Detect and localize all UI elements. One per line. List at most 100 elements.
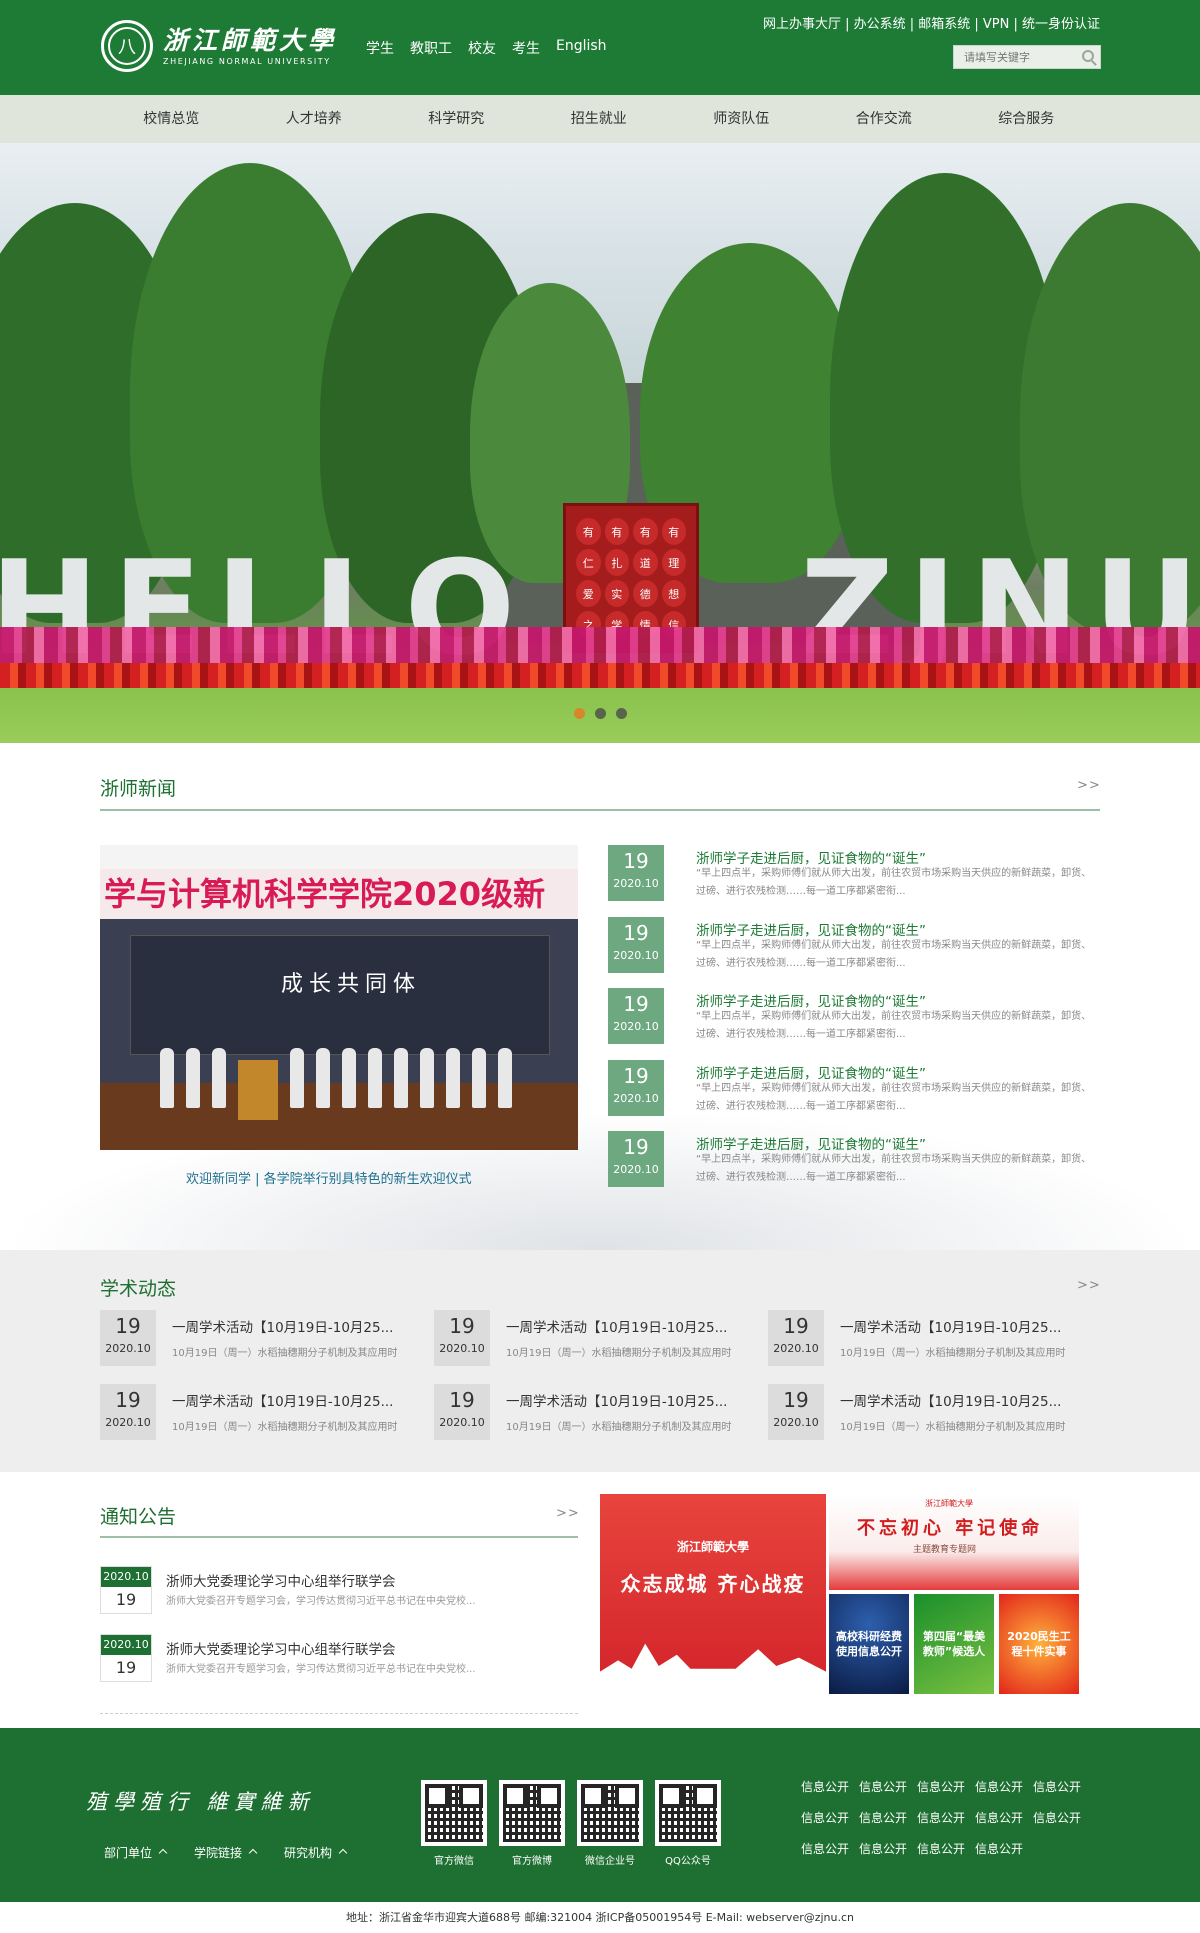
nav-faculty[interactable]: 师资队伍 — [670, 95, 813, 143]
promo-research-funding[interactable]: 高校科研经费使用信息公开 — [829, 1594, 909, 1694]
news-title[interactable]: 浙师学子走进后厨，见证食物的“诞生” — [696, 1133, 926, 1153]
chevron-up-icon — [158, 1848, 168, 1858]
academic-item[interactable]: 19 2020.10 一周学术活动【10月19日-10月25... 10月19日（… — [100, 1310, 400, 1368]
qr-wechat[interactable]: 官方微信 — [421, 1780, 487, 1867]
news-title[interactable]: 浙师学子走进后厨，见证食物的“诞生” — [696, 847, 926, 867]
info-link[interactable]: 信息公开 — [975, 1840, 1033, 1857]
academic-year-month: 2020.10 — [105, 1416, 151, 1429]
notice-item[interactable]: 2020.10 19 浙师大党委理论学习中心组举行联学会 浙师大党委召开专题学习会… — [100, 1566, 580, 1626]
news-title[interactable]: 浙师学子走进后厨，见证食物的“诞生” — [696, 990, 926, 1010]
news-featured-caption[interactable]: 欢迎新同学 | 各学院举行别具特色的新生欢迎仪式 — [186, 1168, 472, 1187]
news-featured-photo[interactable]: 学与计算机科学学院2020级新 成长共同体 — [100, 845, 578, 1150]
promo-livelihood-projects[interactable]: 2020民生工程十件实事 — [999, 1594, 1079, 1694]
qr-code-icon — [655, 1780, 721, 1846]
info-link[interactable]: 信息公开 — [859, 1778, 917, 1795]
academic-title[interactable]: 一周学术活动【10月19日-10月25... — [172, 1316, 393, 1336]
notice-day: 19 — [115, 1590, 137, 1609]
academic-day: 19 — [449, 1388, 475, 1412]
news-title[interactable]: 浙师学子走进后厨，见证食物的“诞生” — [696, 919, 926, 939]
promo-wide-mark: 浙江師範大學 — [925, 1499, 973, 1508]
notice-title[interactable]: 浙师大党委理论学习中心组举行联学会 — [166, 1570, 396, 1590]
academic-item[interactable]: 19 2020.10 一周学术活动【10月19日-10月25... 10月19日（… — [100, 1384, 400, 1442]
footer-departments[interactable]: 部门单位 — [104, 1844, 168, 1861]
carousel-dot-1[interactable] — [574, 708, 585, 719]
nav-admissions[interactable]: 招生就业 — [528, 95, 671, 143]
promo-best-teacher[interactable]: 第四届“最美教师”候选人 — [914, 1594, 994, 1694]
info-link[interactable]: 信息公开 — [917, 1778, 975, 1795]
nav-research[interactable]: 科学研究 — [385, 95, 528, 143]
news-item[interactable]: 19 2020.10 浙师学子走进后厨，见证食物的“诞生” “早上四点半，采购师傅… — [608, 1059, 1100, 1132]
search-input[interactable] — [954, 49, 1074, 65]
footer-institutes[interactable]: 研究机构 — [284, 1844, 348, 1861]
qr-weibo[interactable]: 官方微博 — [499, 1780, 565, 1867]
info-link[interactable]: 信息公开 — [1033, 1778, 1091, 1795]
nav-services[interactable]: 综合服务 — [955, 95, 1098, 143]
notice-title[interactable]: 浙师大党委理论学习中心组举行联学会 — [166, 1638, 396, 1658]
academic-date: 19 2020.10 — [100, 1310, 156, 1366]
info-link[interactable]: 信息公开 — [801, 1809, 859, 1826]
news-item[interactable]: 19 2020.10 浙师学子走进后厨，见证食物的“诞生” “早上四点半，采购师傅… — [608, 916, 1100, 989]
photo-person — [368, 1048, 382, 1108]
news-item[interactable]: 19 2020.10 浙师学子走进后厨，见证食物的“诞生” “早上四点半，采购师傅… — [608, 845, 1100, 917]
news-day: 19 — [623, 992, 649, 1016]
carousel-dot-2[interactable] — [595, 708, 606, 719]
footer-colleges[interactable]: 学院链接 — [194, 1844, 258, 1861]
topnav-alumni[interactable]: 校友 — [468, 38, 496, 58]
news-title[interactable]: 浙师学子走进后厨，见证食物的“诞生” — [696, 1062, 926, 1082]
nav-cooperation[interactable]: 合作交流 — [813, 95, 956, 143]
quick-links[interactable]: 网上办事大厅 | 办公系统 | 邮箱系统 | VPN | 统一身份认证 — [763, 13, 1100, 32]
academic-year-month: 2020.10 — [439, 1416, 485, 1429]
news-item[interactable]: 19 2020.10 浙师学子走进后厨，见证食物的“诞生” “早上四点半，采购师傅… — [608, 988, 1100, 1060]
news-item[interactable]: 19 2020.10 浙师学子走进后厨，见证食物的“诞生” “早上四点半，采购师傅… — [608, 1131, 1100, 1203]
academic-title[interactable]: 一周学术活动【10月19日-10月25... — [506, 1316, 727, 1336]
promo-anti-epidemic[interactable]: 浙江師範大學 众志成城 齐心战疫 — [600, 1494, 826, 1694]
photo-person — [160, 1048, 174, 1108]
academic-title[interactable]: 一周学术活动【10月19日-10月25... — [840, 1316, 1061, 1336]
topnav-english[interactable]: English — [556, 38, 607, 58]
promo-theme-education[interactable]: 浙江師範大學 不忘初心 牢记使命 主题教育专题网 — [829, 1494, 1079, 1590]
info-link[interactable]: 信息公开 — [975, 1778, 1033, 1795]
university-logo[interactable]: 八 浙江師範大學 ZHEJIANG NORMAL UNIVERSITY — [101, 20, 337, 72]
info-link[interactable]: 信息公开 — [801, 1840, 859, 1857]
academic-title[interactable]: 一周学术活动【10月19日-10月25... — [506, 1390, 727, 1410]
info-link[interactable]: 信息公开 — [917, 1840, 975, 1857]
logo-text: 浙江師範大學 ZHEJIANG NORMAL UNIVERSITY — [163, 26, 337, 66]
info-link[interactable]: 信息公开 — [1033, 1809, 1091, 1826]
academic-item[interactable]: 19 2020.10 一周学术活动【10月19日-10月25... 10月19日（… — [768, 1384, 1068, 1442]
photo-person — [446, 1048, 460, 1108]
nav-education[interactable]: 人才培养 — [243, 95, 386, 143]
academic-item[interactable]: 19 2020.10 一周学术活动【10月19日-10月25... 10月19日（… — [768, 1310, 1068, 1368]
qr-wechat-work[interactable]: 微信企业号 — [577, 1780, 643, 1867]
carousel-dot-3[interactable] — [616, 708, 627, 719]
academic-item[interactable]: 19 2020.10 一周学术活动【10月19日-10月25... 10月19日（… — [434, 1384, 734, 1442]
gate-char: 爱 — [576, 580, 601, 607]
carousel-dots — [574, 708, 627, 719]
news-summary: “早上四点半，采购师傅们就从师大出发，前往农贸市场采购当天供应的新鲜蔬菜，卸货、… — [696, 1011, 1092, 1040]
topnav-applicants[interactable]: 考生 — [512, 38, 540, 58]
news-list: 19 2020.10 浙师学子走进后厨，见证食物的“诞生” “早上四点半，采购师傅… — [608, 845, 1100, 1203]
photo-podium — [238, 1060, 278, 1120]
qr-qq[interactable]: QQ公众号 — [655, 1780, 721, 1867]
topnav-staff[interactable]: 教职工 — [410, 38, 452, 58]
notice-more-link[interactable]: >> — [556, 1506, 580, 1521]
info-link[interactable]: 信息公开 — [975, 1809, 1033, 1826]
info-link[interactable]: 信息公开 — [917, 1809, 975, 1826]
academic-more-link[interactable]: >> — [1077, 1278, 1101, 1293]
footer-link-groups: 部门单位 学院链接 研究机构 — [104, 1844, 348, 1861]
academic-title[interactable]: 一周学术活动【10月19日-10月25... — [840, 1390, 1061, 1410]
hero-banner[interactable]: HELLO ZJNU 有 有 有 有 仁 扎 道 理 爱 实 德 想 之 学 情… — [0, 143, 1200, 743]
gate-char: 有 — [661, 518, 686, 545]
search-icon[interactable] — [1082, 50, 1094, 62]
topnav-students[interactable]: 学生 — [366, 38, 394, 58]
academic-date: 19 2020.10 — [434, 1310, 490, 1366]
info-link[interactable]: 信息公开 — [859, 1840, 917, 1857]
academic-title[interactable]: 一周学术活动【10月19日-10月25... — [172, 1390, 393, 1410]
gate-char: 有 — [604, 518, 629, 545]
nav-overview[interactable]: 校情总览 — [100, 95, 243, 143]
news-more-link[interactable]: >> — [1077, 778, 1101, 793]
qr-label: 官方微信 — [434, 1856, 474, 1867]
info-link[interactable]: 信息公开 — [859, 1809, 917, 1826]
academic-item[interactable]: 19 2020.10 一周学术活动【10月19日-10月25... 10月19日（… — [434, 1310, 734, 1368]
info-link[interactable]: 信息公开 — [801, 1778, 859, 1795]
notice-item[interactable]: 2020.10 19 浙师大党委理论学习中心组举行联学会 浙师大党委召开专题学习会… — [100, 1634, 580, 1694]
